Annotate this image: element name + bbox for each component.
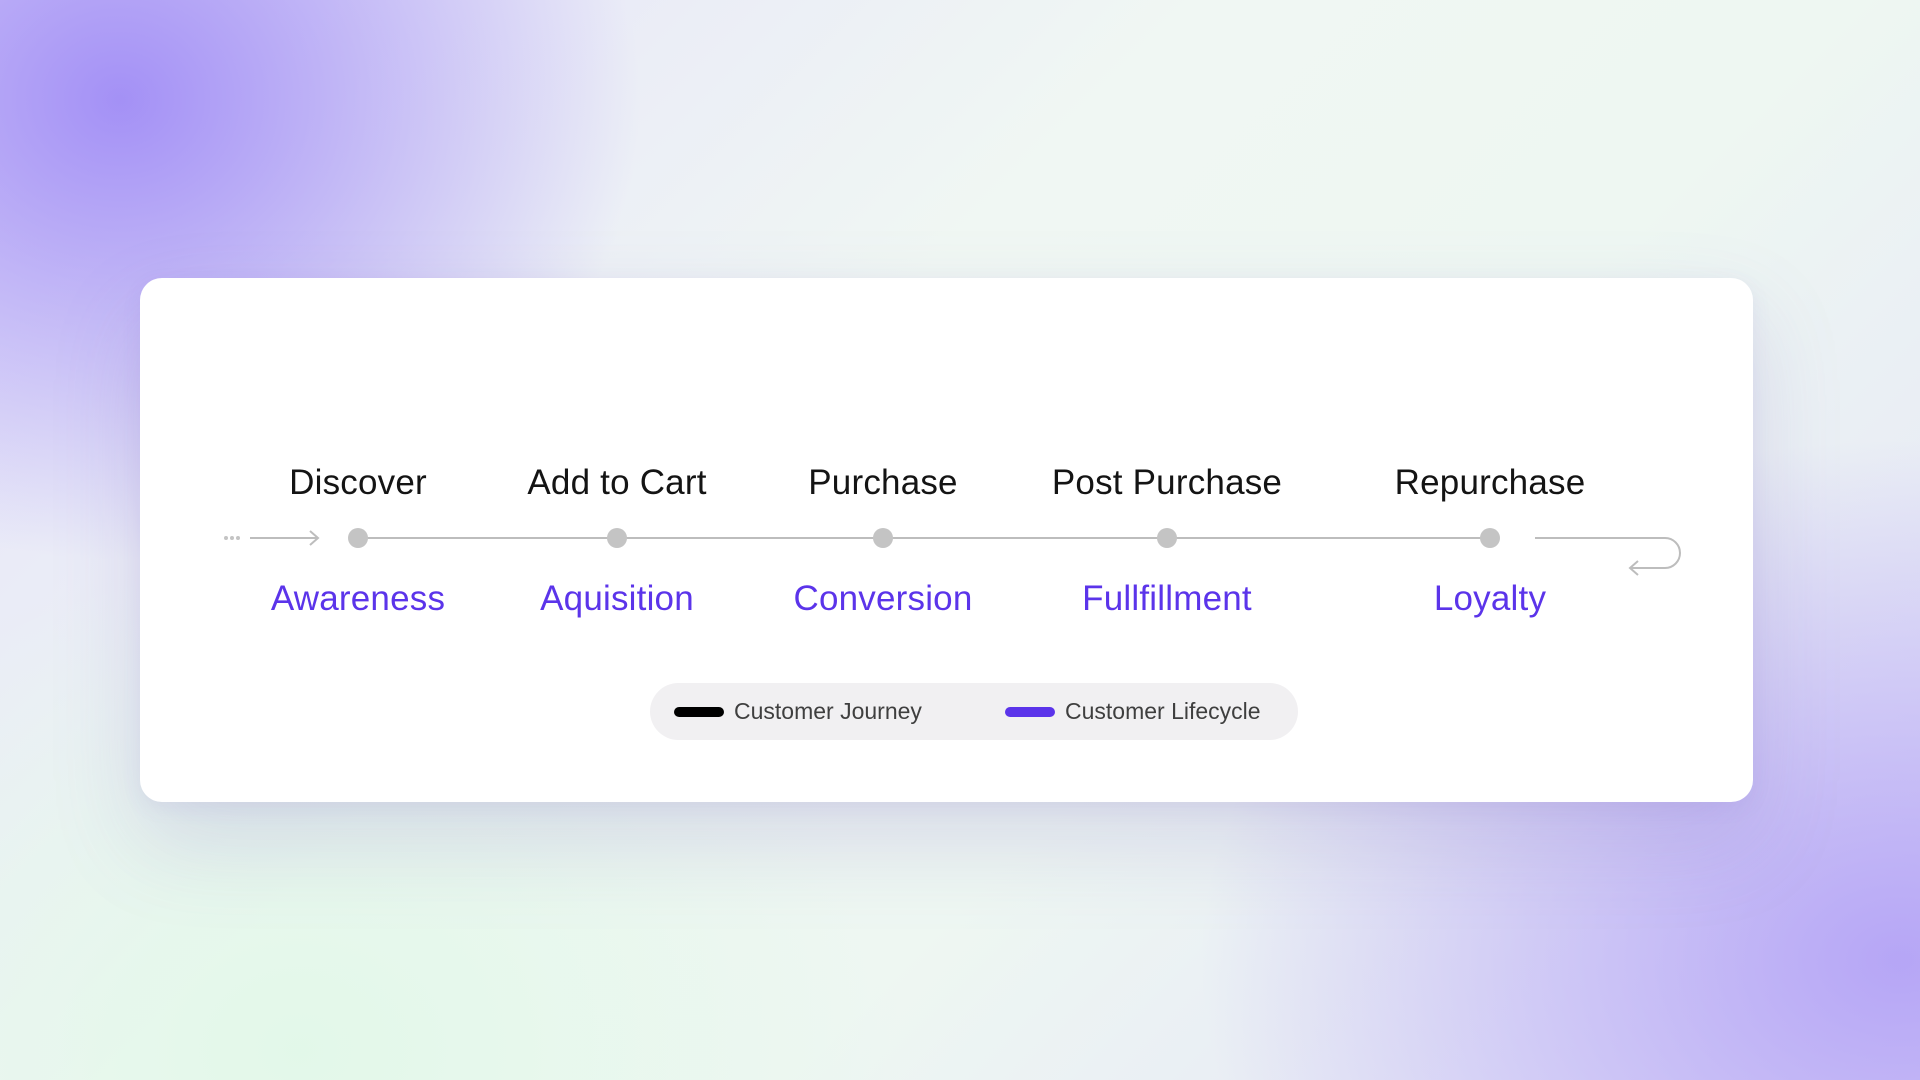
journey-label-post-purchase: Post Purchase xyxy=(1051,463,1283,502)
entry-ellipsis-icon xyxy=(224,536,240,540)
stage-node-post-purchase xyxy=(1157,528,1177,548)
loop-back-arrow-icon xyxy=(1535,537,1681,576)
stage-node-add-to-cart xyxy=(607,528,627,548)
journey-label-discover: Discover xyxy=(289,463,427,502)
journey-label-add-to-cart: Add to Cart xyxy=(527,463,707,502)
legend-item-lifecycle: Customer Lifecycle xyxy=(1005,683,1261,740)
lifecycle-label-awareness: Awareness xyxy=(270,579,446,618)
entry-arrow-icon xyxy=(250,530,320,546)
lifecycle-label-fullfillment: Fullfillment xyxy=(1082,579,1252,618)
legend: Customer Journey Customer Lifecycle xyxy=(650,683,1298,740)
lifecycle-label-loyalty: Loyalty xyxy=(1433,579,1547,618)
journey-label-purchase: Purchase xyxy=(808,463,958,502)
diagram-card: Discover Add to Cart Purchase Post Purch… xyxy=(140,278,1753,802)
journey-swatch xyxy=(674,706,724,717)
lifecycle-swatch xyxy=(1005,706,1055,717)
journey-label-repurchase: Repurchase xyxy=(1394,463,1586,502)
legend-journey-label: Customer Journey xyxy=(734,698,922,724)
legend-item-journey: Customer Journey xyxy=(674,683,922,740)
lifecycle-label-aquisition: Aquisition xyxy=(540,579,694,618)
stage-node-discover xyxy=(348,528,368,548)
stage-node-repurchase xyxy=(1480,528,1500,548)
legend-lifecycle-label: Customer Lifecycle xyxy=(1065,698,1261,724)
stage-node-purchase xyxy=(873,528,893,548)
lifecycle-label-conversion: Conversion xyxy=(793,579,973,618)
